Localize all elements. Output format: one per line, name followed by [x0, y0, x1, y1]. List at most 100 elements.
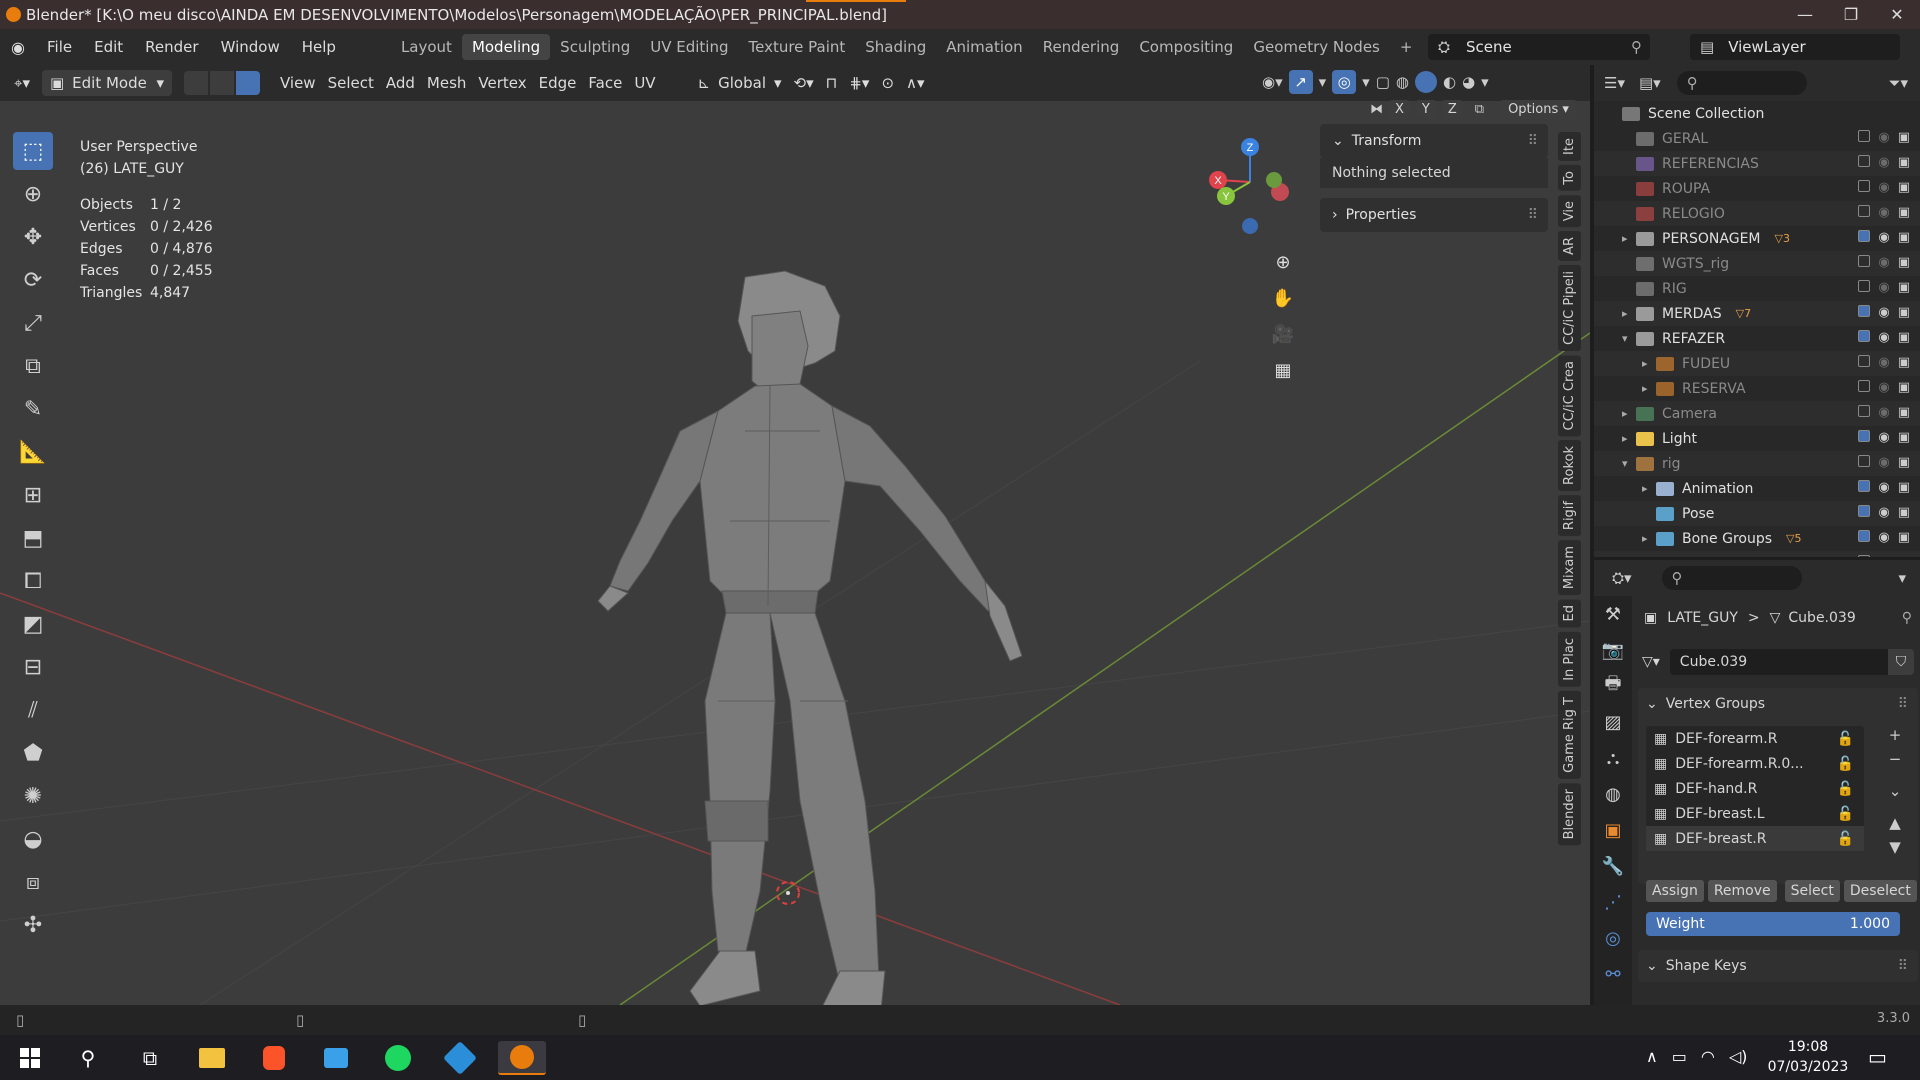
outliner-row[interactable]: ▸ PERSONAGEM ▽3 ◉ ▣: [1594, 226, 1920, 251]
view-layer-tab-icon[interactable]: ▨: [1594, 704, 1632, 740]
transform-panel-header[interactable]: ⌄ Transform ⠿: [1320, 124, 1548, 158]
chevron-down-icon[interactable]: ▾: [1319, 73, 1327, 91]
visibility-eye-icon[interactable]: ◉: [1878, 255, 1889, 270]
properties-panel-header[interactable]: › Properties ⠿: [1320, 198, 1548, 232]
render-camera-icon[interactable]: ▣: [1898, 230, 1910, 245]
blender-menu-icon[interactable]: ◉: [0, 38, 36, 57]
transform-tool-icon[interactable]: ⧉: [13, 347, 53, 385]
outliner-editor-icon[interactable]: ☰▾: [1604, 74, 1625, 92]
visibility-icon[interactable]: ◉▾: [1262, 73, 1283, 91]
render-camera-icon[interactable]: ▣: [1898, 280, 1910, 295]
exclude-checkbox[interactable]: [1858, 530, 1871, 542]
ortho-grid-icon[interactable]: ▦: [1266, 352, 1300, 388]
add-vertex-group-icon[interactable]: +: [1884, 726, 1906, 750]
outliner-row[interactable]: ROUPA ◉ ▣: [1594, 176, 1920, 201]
exclude-checkbox[interactable]: [1858, 280, 1871, 292]
tab-layout[interactable]: Layout: [391, 34, 462, 60]
modifier-tab-icon[interactable]: 🔧: [1594, 848, 1632, 884]
tool-tab-icon[interactable]: ⚒: [1594, 596, 1632, 632]
filter-icon[interactable]: ⏷▾: [1888, 74, 1908, 92]
chevron-down-icon[interactable]: ▾: [1622, 332, 1636, 345]
render-camera-icon[interactable]: ▣: [1898, 405, 1910, 420]
snap-icon[interactable]: ⊓: [820, 70, 844, 96]
render-camera-icon[interactable]: ▣: [1898, 480, 1910, 495]
outliner-row[interactable]: RIG ◉ ▣: [1594, 276, 1920, 301]
edge-select-icon[interactable]: [209, 71, 234, 95]
menu-window[interactable]: Window: [210, 38, 291, 56]
overlay-toggle-icon[interactable]: ◎: [1332, 70, 1357, 94]
select-box-tool-icon[interactable]: ⬚: [13, 132, 53, 170]
tab-cc-create[interactable]: CC/iC Crea: [1558, 354, 1581, 437]
tab-cc-pipeline[interactable]: CC/iC Pipeli: [1558, 264, 1581, 351]
exclude-checkbox[interactable]: [1858, 130, 1871, 142]
specials-menu-icon[interactable]: ⌄: [1884, 782, 1906, 814]
tab-blender[interactable]: Blender: [1558, 782, 1581, 845]
solid-shading-icon[interactable]: [1414, 71, 1437, 93]
minimize-button[interactable]: —: [1782, 0, 1828, 29]
visibility-eye-icon[interactable]: ◉: [1878, 180, 1889, 195]
falloff-icon[interactable]: ∧▾: [900, 70, 931, 96]
tab-shading[interactable]: Shading: [855, 34, 936, 60]
mirror-icon[interactable]: ⧓: [1370, 102, 1383, 117]
visibility-eye-icon[interactable]: ◉: [1878, 155, 1889, 170]
scene-collection-row[interactable]: Scene Collection: [1594, 101, 1920, 126]
outliner-row[interactable]: ▸ Bone Groups ▽5 ◉ ▣: [1594, 526, 1920, 551]
drag-handle-icon[interactable]: ⠿: [1528, 133, 1538, 149]
menu-face[interactable]: Face: [582, 70, 628, 96]
chevron-right-icon[interactable]: ▸: [1642, 382, 1656, 395]
tab-view[interactable]: Vie: [1558, 194, 1581, 227]
tab-tool[interactable]: To: [1558, 164, 1581, 191]
rendered-shading-icon[interactable]: ◕: [1462, 73, 1475, 91]
tab-uv-editing[interactable]: UV Editing: [640, 34, 738, 60]
files-icon[interactable]: [312, 1041, 360, 1075]
move-down-icon[interactable]: ▼: [1884, 838, 1906, 862]
visibility-eye-icon[interactable]: ◉: [1878, 480, 1889, 495]
outliner-row[interactable]: GERAL ◉ ▣: [1594, 126, 1920, 151]
menu-edit[interactable]: Edit: [83, 38, 134, 56]
properties-editor-icon[interactable]: ⛭▾: [1612, 569, 1632, 587]
render-camera-icon[interactable]: ▣: [1898, 555, 1910, 557]
render-camera-icon[interactable]: ▣: [1898, 205, 1910, 220]
tab-game-rig-tools[interactable]: Game Rig T: [1558, 690, 1581, 779]
render-camera-icon[interactable]: ▣: [1898, 305, 1910, 320]
remove-button[interactable]: Remove: [1707, 880, 1777, 902]
bevel-tool-icon[interactable]: ◩: [13, 605, 53, 643]
outliner-row[interactable]: ▸ RESERVA ◉ ▣: [1594, 376, 1920, 401]
render-camera-icon[interactable]: ▣: [1898, 355, 1910, 370]
vscode-icon[interactable]: [436, 1041, 484, 1075]
outliner-search-input[interactable]: ⚲: [1676, 71, 1807, 95]
select-button[interactable]: Select: [1784, 880, 1840, 902]
exclude-checkbox[interactable]: [1858, 230, 1871, 242]
exclude-checkbox[interactable]: [1858, 380, 1871, 392]
exclude-checkbox[interactable]: [1858, 305, 1871, 317]
pan-hand-icon[interactable]: ✋: [1266, 280, 1300, 316]
tab-item[interactable]: Ite: [1558, 132, 1581, 161]
chevron-down-icon[interactable]: ▾: [1622, 457, 1636, 470]
tab-rigify[interactable]: Rigif: [1558, 495, 1581, 537]
poly-build-tool-icon[interactable]: ⬟: [13, 734, 53, 772]
exclude-checkbox[interactable]: [1858, 505, 1871, 517]
tab-in-place[interactable]: In Plac: [1558, 631, 1581, 687]
display-mode-icon[interactable]: ▤▾: [1639, 74, 1661, 92]
tab-compositing[interactable]: Compositing: [1129, 34, 1243, 60]
visibility-eye-icon[interactable]: ◉: [1878, 430, 1889, 445]
outliner-row[interactable]: ▸ Animation ◉ ▣: [1594, 476, 1920, 501]
outliner-row[interactable]: Pose ◉ ▣: [1594, 501, 1920, 526]
chevron-down-icon[interactable]: ▾: [1481, 73, 1489, 91]
tab-rendering[interactable]: Rendering: [1033, 34, 1130, 60]
rotate-tool-icon[interactable]: ⟳: [13, 261, 53, 299]
mesh-datablock-field[interactable]: ▽▾ Cube.039 ⛉: [1642, 648, 1914, 676]
chevron-right-icon[interactable]: ▸: [1622, 432, 1636, 445]
notifications-icon[interactable]: ▭: [1868, 1045, 1887, 1069]
menu-mesh[interactable]: Mesh: [421, 70, 473, 96]
render-camera-icon[interactable]: ▣: [1898, 130, 1910, 145]
tab-modeling[interactable]: Modeling: [461, 34, 551, 60]
exclude-checkbox[interactable]: [1858, 205, 1871, 217]
scene-tab-icon[interactable]: ⛬: [1594, 740, 1632, 776]
options-dropdown[interactable]: Options ▾: [1500, 100, 1577, 119]
vertex-group-item[interactable]: ▦ DEF-hand.R 🔓: [1646, 776, 1864, 801]
task-view-icon[interactable]: ⧉: [126, 1041, 174, 1075]
vertex-group-item[interactable]: ▦ DEF-forearm.R.0... 🔓: [1646, 751, 1864, 776]
move-up-icon[interactable]: ▲: [1884, 814, 1906, 838]
fake-user-icon[interactable]: ⛉: [1888, 649, 1914, 675]
